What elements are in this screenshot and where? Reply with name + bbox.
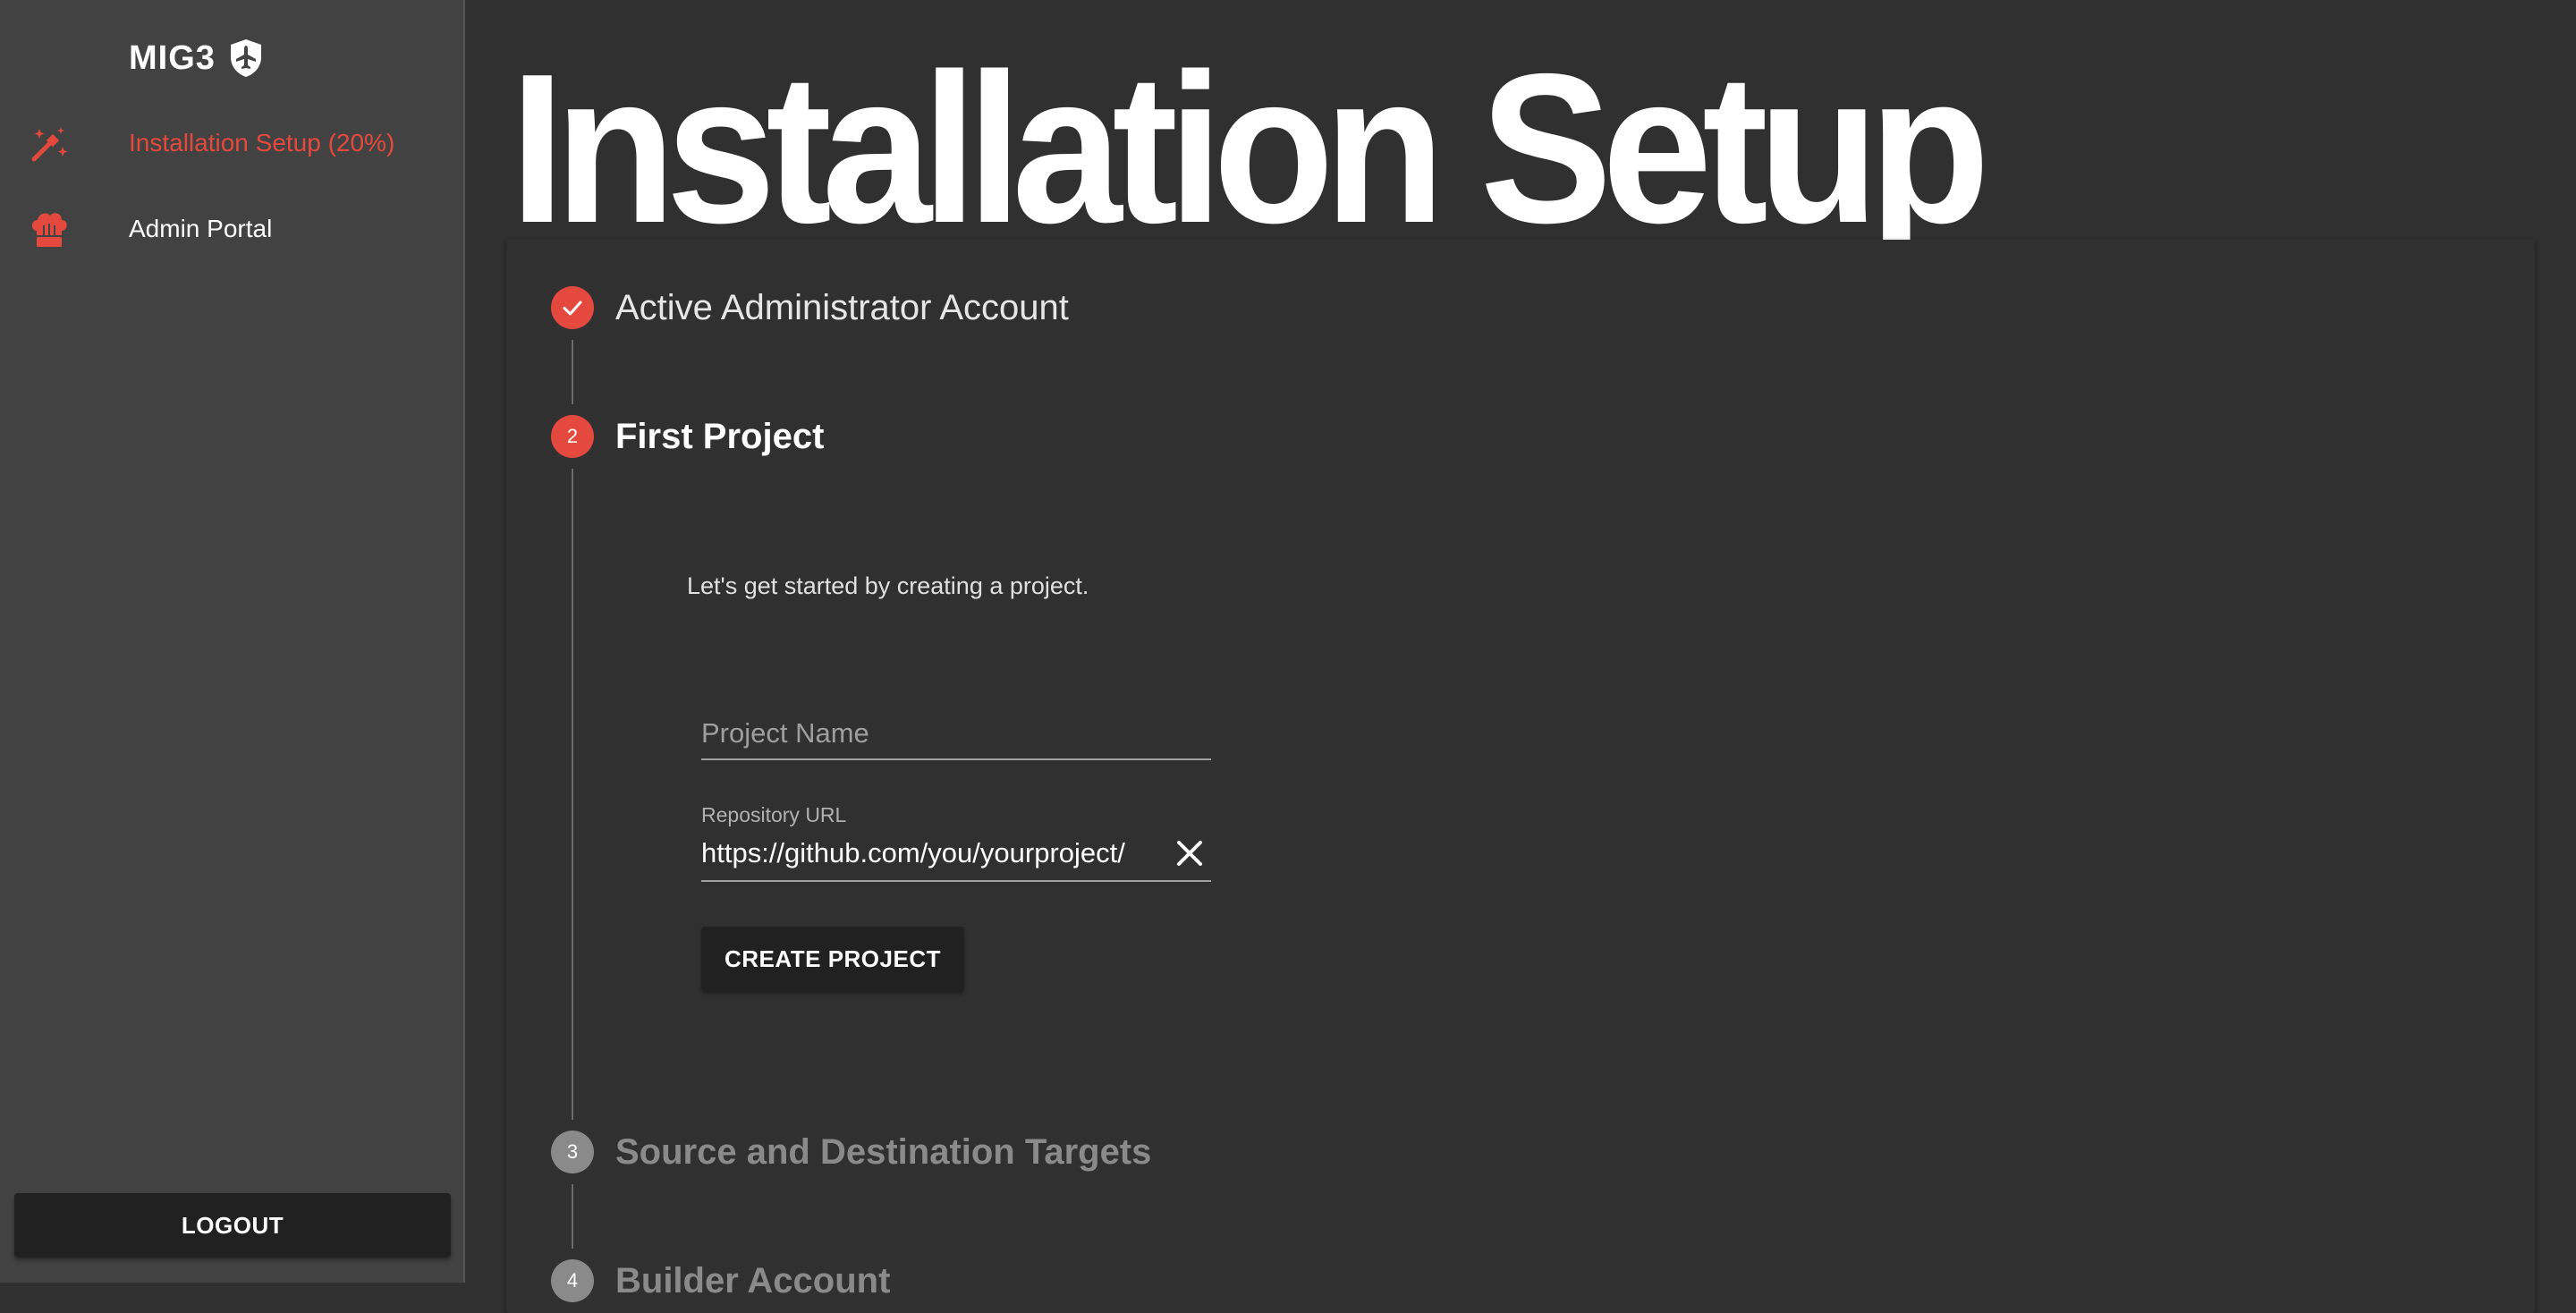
step-number-badge: 3 <box>551 1131 594 1173</box>
magic-wand-icon <box>31 127 68 162</box>
step-connector <box>572 1184 573 1249</box>
create-project-button[interactable]: CREATE PROJECT <box>701 927 964 991</box>
project-name-field <box>701 698 1211 760</box>
repository-url-input[interactable] <box>701 834 1166 873</box>
page-title: Installation Setup <box>510 30 1990 267</box>
step-title: Active Administrator Account <box>615 287 1069 327</box>
step-builder-account[interactable]: 4 Builder Account <box>551 1259 890 1302</box>
step-connector <box>572 469 573 1120</box>
sidebar-item-admin-portal[interactable]: Admin Portal <box>0 193 463 265</box>
step-title: Builder Account <box>615 1260 891 1300</box>
check-icon <box>563 301 582 316</box>
brand-name: MIG3 <box>129 38 216 77</box>
brand: MIG3 <box>129 36 264 80</box>
sidebar-item-installation-setup[interactable]: Installation Setup (20%) <box>0 107 463 179</box>
step-done-badge <box>551 286 594 329</box>
sidebar-item-label: Installation Setup (20%) <box>129 129 395 157</box>
project-name-input[interactable] <box>701 714 1211 753</box>
step-number-badge: 2 <box>551 415 594 458</box>
repository-url-label: Repository URL <box>701 803 847 826</box>
step-description: Let's get started by creating a project. <box>687 572 1089 599</box>
close-icon[interactable] <box>1172 835 1208 871</box>
sidebar: MIG3 Installation Setup (20%) Admin Port… <box>0 0 465 1283</box>
step-first-project[interactable]: 2 First Project <box>551 415 824 458</box>
chef-hat-icon <box>31 213 67 247</box>
logout-button[interactable]: LOGOUT <box>14 1193 451 1258</box>
repository-url-field: Repository URL <box>701 796 1211 882</box>
sidebar-item-label: Admin Portal <box>129 215 273 242</box>
step-active-administrator-account[interactable]: Active Administrator Account <box>551 286 1069 329</box>
shield-plane-icon <box>230 39 261 77</box>
step-title: First Project <box>615 416 825 456</box>
step-source-and-destination-targets[interactable]: 3 Source and Destination Targets <box>551 1131 1151 1173</box>
step-connector <box>572 340 573 404</box>
step-title: Source and Destination Targets <box>615 1131 1152 1172</box>
step-number-badge: 4 <box>551 1259 594 1302</box>
